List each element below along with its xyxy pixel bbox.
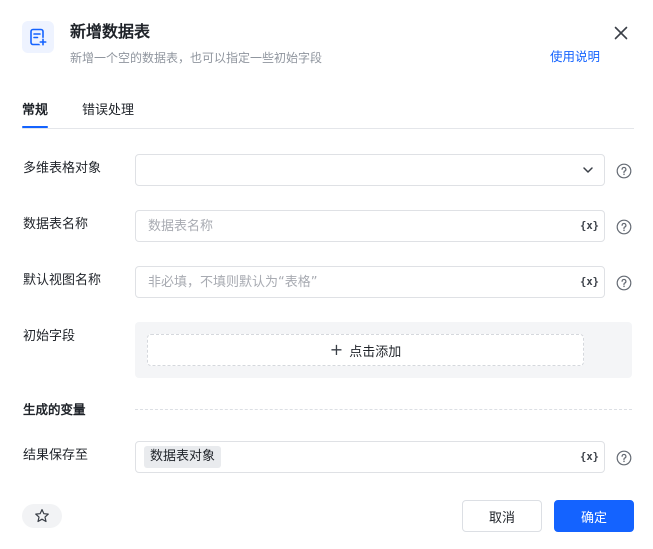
favorite-button[interactable] — [22, 504, 62, 528]
add-table-dialog: 新增数据表 新增一个空的数据表，也可以指定一些初始字段 使用说明 常规 错误处理… — [0, 0, 653, 549]
help-icon[interactable] — [616, 275, 632, 291]
help-icon[interactable] — [616, 450, 632, 466]
save-to-label: 结果保存至 — [23, 448, 89, 463]
tab-general[interactable]: 常规 — [22, 101, 49, 128]
variable-insert-button[interactable]: {x} — [580, 449, 599, 465]
initial-fields-label: 初始字段 — [23, 329, 76, 344]
help-icon[interactable] — [616, 219, 632, 235]
table-object-input[interactable] — [148, 155, 568, 185]
confirm-button[interactable]: 确定 — [554, 500, 634, 532]
save-to-field[interactable]: 数据表对象 {x} — [135, 441, 605, 473]
add-field-button[interactable]: + 点击添加 — [147, 334, 584, 366]
star-icon — [35, 509, 49, 523]
dialog-title: 新增数据表 — [70, 22, 151, 41]
cancel-button[interactable]: 取消 — [462, 500, 542, 532]
tab-error-handling[interactable]: 错误处理 — [82, 101, 134, 121]
help-icon[interactable] — [616, 163, 632, 179]
dialog-subtitle: 新增一个空的数据表，也可以指定一些初始字段 — [70, 51, 323, 65]
generated-variables-title: 生成的变量 — [23, 402, 86, 417]
initial-fields-panel: + 点击添加 — [135, 322, 632, 378]
table-name-label: 数据表名称 — [23, 217, 89, 232]
table-name-field[interactable]: {x} — [135, 210, 605, 242]
chevron-down-icon[interactable] — [582, 164, 594, 176]
close-icon — [614, 26, 628, 40]
help-link[interactable]: 使用说明 — [550, 48, 600, 66]
table-object-label: 多维表格对象 — [23, 161, 102, 176]
view-name-label: 默认视图名称 — [23, 273, 102, 288]
variable-insert-button[interactable]: {x} — [580, 218, 599, 234]
table-object-select[interactable] — [135, 154, 605, 186]
plus-icon: + — [329, 340, 344, 359]
close-button[interactable] — [612, 24, 630, 42]
tab-bar: 常规 错误处理 — [22, 101, 634, 129]
view-name-input[interactable] — [148, 267, 568, 297]
table-add-icon — [22, 21, 54, 53]
variable-tag[interactable]: 数据表对象 — [144, 446, 222, 468]
add-field-label: 点击添加 — [349, 344, 402, 360]
view-name-field[interactable]: {x} — [135, 266, 605, 298]
variable-insert-button[interactable]: {x} — [580, 274, 599, 290]
section-divider — [135, 409, 632, 410]
table-name-input[interactable] — [148, 211, 568, 241]
